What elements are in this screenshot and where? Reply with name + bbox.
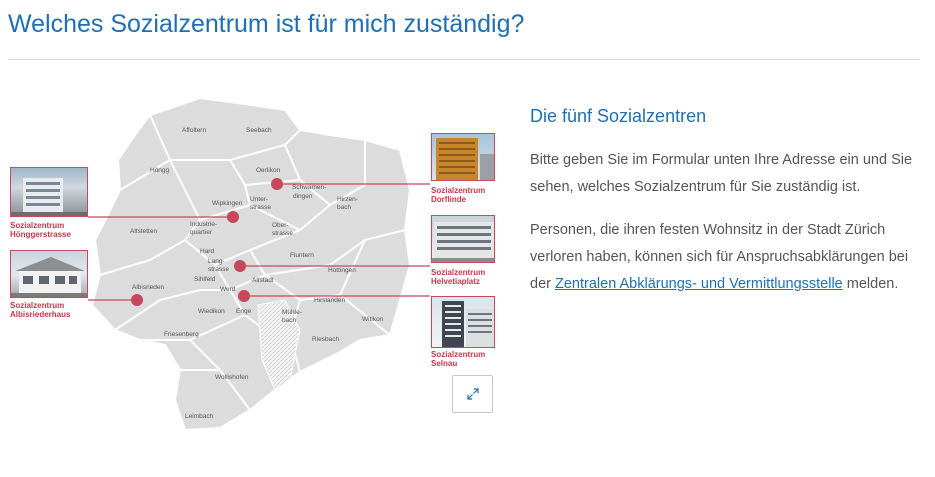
district-label: Friesenberg (164, 331, 199, 338)
district-label: Hirslanden (314, 297, 345, 304)
district-label: Affoltern (182, 127, 206, 134)
marker-hoengg (227, 211, 239, 223)
label-hoenggerstrasse: Sozialzentrum Hönggerstrasse (10, 221, 71, 239)
title-divider (8, 59, 920, 60)
district-label: Fluntern (290, 252, 314, 259)
label-helvetiaplatz: Sozialzentrum Helvetiaplatz (431, 268, 486, 286)
district-label: Höngg (150, 167, 170, 174)
info-paragraph-1: Bitte geben Sie im Formular unten Ihre A… (530, 152, 913, 195)
photo-helvetiaplatz (431, 215, 495, 263)
district-label: Industrie- (190, 221, 217, 228)
photo-dorflinde (431, 133, 495, 181)
marker-albisrieden (131, 294, 143, 306)
district-label: Wiedikon (198, 308, 225, 315)
zav-link[interactable]: Zentralen Abklärungs- und Vermittlungsst… (555, 276, 843, 292)
district-label: quartier (190, 229, 213, 236)
district-label: Wollishofen (215, 374, 249, 381)
district-label: Altstetten (130, 228, 157, 235)
info-paragraph-2-end: melden. (842, 276, 899, 292)
district-label: Oerlikon (256, 167, 281, 174)
photo-albisriederhaus (10, 250, 88, 298)
district-label: Hottingen (328, 267, 356, 274)
district-label: Altstadt (252, 277, 274, 284)
district-label: Hirzen- (337, 196, 358, 203)
district-label: strasse (208, 266, 229, 273)
marker-dorflinde (271, 178, 283, 190)
page-title: Welches Sozialzentrum ist für mich zustä… (8, 10, 525, 38)
district-label: Wipkingen (212, 200, 243, 207)
district-label: Enge (236, 308, 252, 315)
district-label: Hard (200, 248, 214, 255)
district-label: bach (337, 204, 351, 211)
district-label: Mühle- (282, 309, 302, 316)
district-label: Lang- (208, 258, 225, 265)
district-label: Sihlfeld (194, 276, 216, 283)
label-dorflinde: Sozialzentrum Dorflinde (431, 186, 486, 204)
photo-selnau (431, 296, 495, 348)
district-label: strasse (250, 204, 271, 211)
district-label: Leimbach (185, 413, 214, 420)
label-albisriederhaus: Sozialzentrum Albisriederhaus (10, 301, 71, 319)
district-label: strasse (272, 230, 293, 237)
district-label: bach (282, 317, 296, 324)
info-paragraph-2: Personen, die ihren festen Wohnsitz in d… (530, 217, 925, 298)
label-selnau: Sozialzentrum Selnau (431, 350, 486, 368)
marker-helvetia (234, 260, 246, 272)
district-label: Witikon (362, 316, 384, 323)
district-label: dingen (293, 193, 313, 200)
district-label: Seebach (246, 127, 272, 134)
marker-selnau (238, 290, 250, 302)
expand-arrows-icon (466, 388, 479, 400)
info-heading: Die fünf Sozialzentren (530, 106, 707, 126)
expand-map-button[interactable] (452, 375, 493, 413)
photo-hoenggerstrasse (10, 167, 88, 217)
district-label: Schwamen- (292, 184, 326, 191)
info-panel: Die fünf Sozialzentren Bitte geben Sie i… (530, 106, 925, 314)
district-label: Unter- (250, 196, 268, 203)
district-label: Ober- (272, 222, 289, 229)
district-label: Albisrieden (132, 284, 165, 291)
district-label: Werd (220, 286, 236, 293)
district-label: Riesbach (312, 336, 339, 343)
district-map: Affoltern Seebach Höngg Oerlikon Schwamen-di… (0, 90, 520, 440)
